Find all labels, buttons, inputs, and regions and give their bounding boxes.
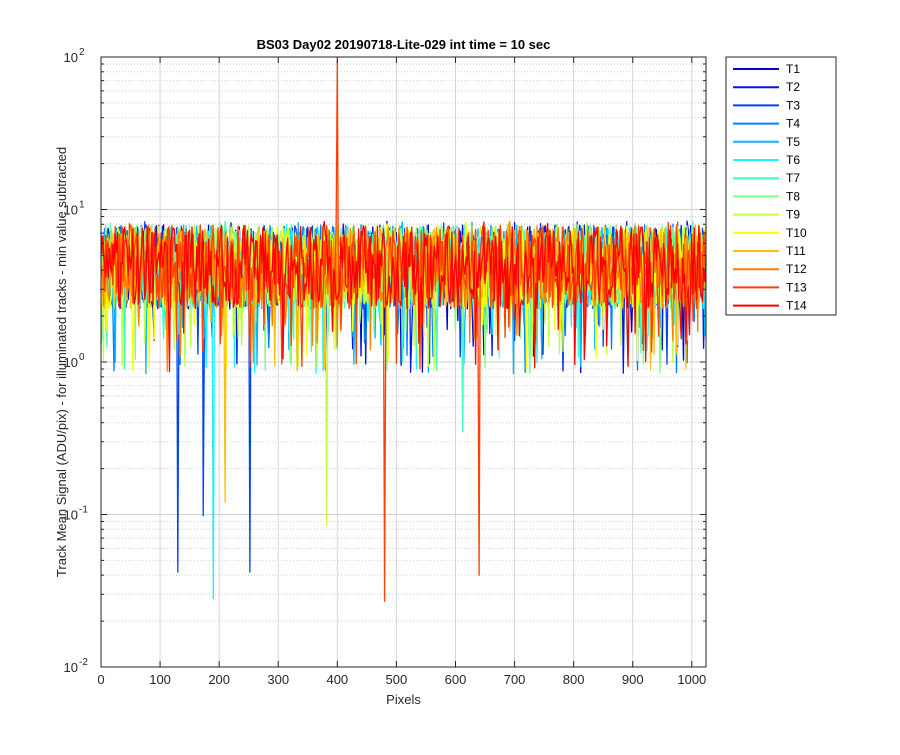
- legend-label-t11: T11: [786, 244, 806, 258]
- legend-label-t12: T12: [786, 262, 807, 276]
- x-tick-label: 900: [622, 672, 644, 687]
- y-tick-label: 10: [64, 660, 78, 675]
- x-axis-label: Pixels: [386, 692, 421, 707]
- x-tick-label: 400: [326, 672, 348, 687]
- x-tick-label: 100: [149, 672, 171, 687]
- legend-label-t13: T13: [786, 280, 807, 294]
- y-tick-exponent: -1: [79, 505, 88, 516]
- legend-box: [725, 56, 837, 316]
- x-tick-label: 800: [563, 672, 585, 687]
- legend-label-t7: T7: [786, 171, 800, 185]
- x-tick-label: 500: [386, 672, 408, 687]
- legend: T1 T2 T3 T4 T5 T6 T7 T8 T9 T10 T11 T12 T13 T14: [725, 56, 837, 316]
- x-tick-label: 300: [267, 672, 289, 687]
- y-tick-exponent: 2: [79, 47, 85, 58]
- y-tick-label: 10: [64, 50, 78, 65]
- legend-label-t2: T2: [786, 80, 800, 94]
- y-axis-label: Track Mean Signal (ADU/pix) - for illumi…: [54, 147, 69, 577]
- y-tick-exponent: -2: [79, 657, 88, 668]
- legend-label-t8: T8: [786, 189, 800, 203]
- chart-title: BS03 Day02 20190718-Lite-029 int time = …: [257, 37, 551, 52]
- x-tick-label: 1000: [677, 672, 706, 687]
- legend-label-t9: T9: [786, 208, 800, 222]
- chart-svg: 0 100 200 300 400 500 600 700 800 900 100010 -210 -1…: [0, 0, 900, 750]
- legend-label-t14: T14: [786, 299, 807, 313]
- x-tick-label: 600: [445, 672, 467, 687]
- figure: 0 100 200 300 400 500 600 700 800 900 1000 10 -2 10 -1…: [0, 0, 900, 750]
- legend-label-t5: T5: [786, 135, 800, 149]
- legend-label-t1: T1: [786, 62, 800, 76]
- x-tick-label: 700: [504, 672, 526, 687]
- x-tick-label: 0: [97, 672, 104, 687]
- legend-label-t3: T3: [786, 98, 800, 112]
- y-tick-exponent: 1: [79, 200, 85, 211]
- legend-label-t4: T4: [786, 117, 800, 131]
- legend-label-t6: T6: [786, 153, 800, 167]
- y-tick-exponent: 0: [79, 352, 85, 363]
- x-tick-label: 200: [208, 672, 230, 687]
- legend-label-t10: T10: [786, 226, 807, 240]
